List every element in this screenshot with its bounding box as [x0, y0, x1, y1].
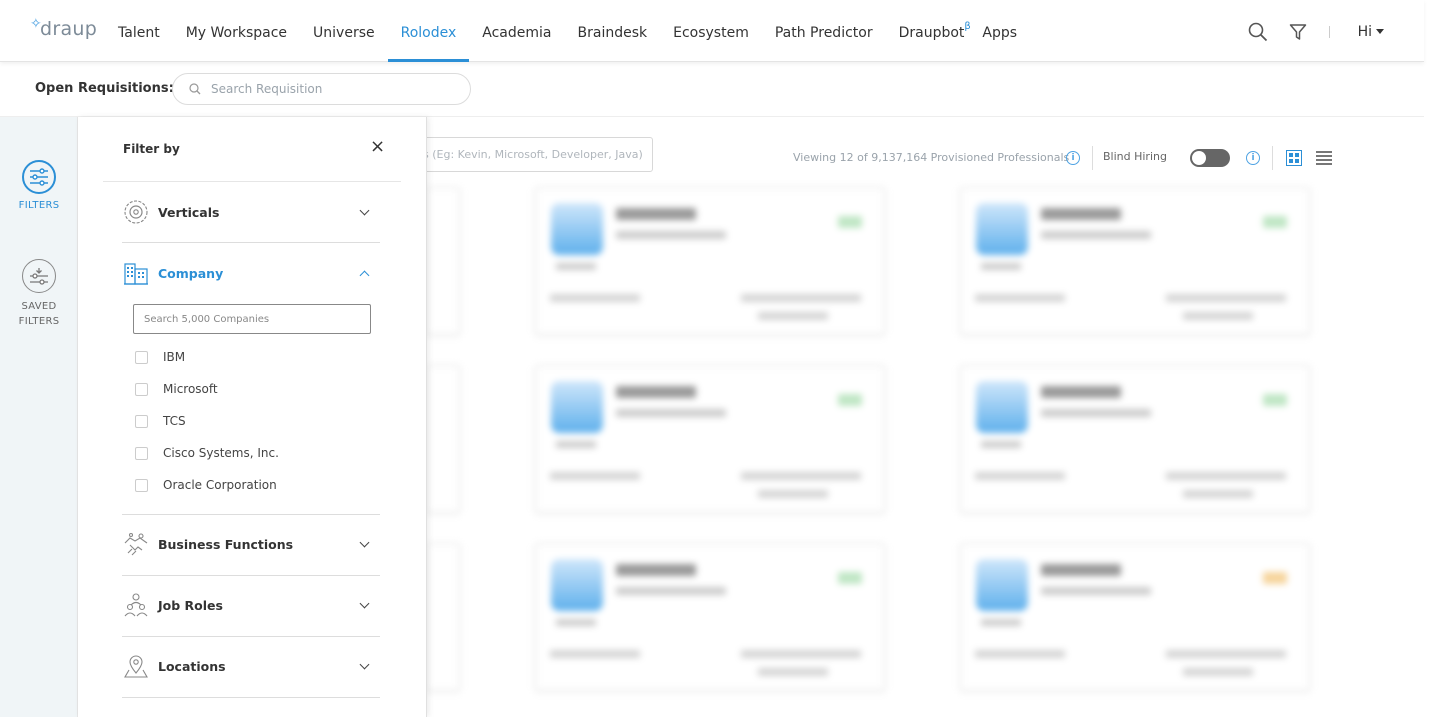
- profile-card[interactable]: [535, 365, 885, 513]
- section-divider: [122, 575, 380, 576]
- chevron-down-icon: [359, 659, 370, 669]
- checkbox[interactable]: [135, 350, 148, 364]
- profile-card[interactable]: [535, 187, 885, 335]
- chevron-up-icon: [359, 270, 370, 280]
- filter-section-locations[interactable]: Locations: [122, 648, 380, 684]
- nav-divider: [1328, 26, 1330, 38]
- requisition-search-input[interactable]: [211, 82, 451, 96]
- search-icon: [189, 83, 201, 95]
- company-search-input[interactable]: [133, 304, 371, 334]
- nav-my-workspace[interactable]: My Workspace: [173, 0, 300, 62]
- info-icon[interactable]: i: [1066, 151, 1080, 165]
- open-requisitions-label: Open Requisitions:: [35, 81, 174, 96]
- rail-filters[interactable]: FILTERS: [0, 160, 78, 211]
- blind-hiring-toggle[interactable]: [1190, 149, 1230, 167]
- checkbox[interactable]: [135, 478, 148, 492]
- beta-superscript: β: [964, 21, 971, 32]
- nav-academia[interactable]: Academia: [469, 0, 564, 62]
- rail-saved-label-1: SAVED: [21, 301, 57, 312]
- caret-down-icon: [1376, 29, 1384, 34]
- nav-talent[interactable]: Talent: [105, 0, 173, 62]
- draup-logo[interactable]: ✧ draup: [30, 16, 97, 40]
- main-nav: Talent My Workspace Universe Rolodex Aca…: [105, 0, 1030, 62]
- company-label: Company: [158, 265, 224, 281]
- chevron-down-icon: [359, 537, 370, 547]
- company-option-oracle[interactable]: Oracle Corporation: [135, 476, 277, 494]
- toolbar-divider: [1092, 146, 1093, 170]
- filter-section-verticals[interactable]: Verticals: [122, 194, 380, 230]
- grid-view-icon[interactable]: [1286, 150, 1302, 166]
- sliders-icon: [22, 160, 56, 194]
- filter-funnel-icon[interactable]: [1287, 21, 1309, 43]
- map-pin-icon: [122, 652, 150, 680]
- nav-braindesk[interactable]: Braindesk: [565, 0, 661, 62]
- checkbox[interactable]: [135, 382, 148, 396]
- nav-draupbot[interactable]: Draupbot β: [886, 0, 983, 62]
- list-view-icon[interactable]: [1316, 151, 1332, 165]
- nav-path-predictor[interactable]: Path Predictor: [762, 0, 886, 62]
- users-icon: [122, 591, 150, 619]
- locations-label: Locations: [158, 658, 226, 674]
- section-divider: [122, 697, 380, 698]
- profile-card[interactable]: [960, 187, 1310, 335]
- user-menu[interactable]: Hi: [1358, 24, 1384, 40]
- filter-panel: Filter by × Verticals Company IBM Micros…: [78, 117, 427, 717]
- profile-card[interactable]: [426, 187, 460, 335]
- requisition-bar: Open Requisitions:: [0, 62, 1424, 117]
- results-area: s (Eg: Kevin, Microsoft, Developer, Java…: [366, 117, 1424, 717]
- handshake-icon: [122, 530, 150, 558]
- verticals-label: Verticals: [158, 204, 220, 220]
- checkbox[interactable]: [135, 446, 148, 460]
- filter-section-business-functions[interactable]: Business Functions: [122, 526, 380, 562]
- profile-card[interactable]: [535, 543, 885, 691]
- close-icon[interactable]: ×: [370, 138, 385, 156]
- section-divider: [122, 514, 380, 515]
- blind-hiring-label: Blind Hiring: [1103, 150, 1167, 163]
- rail-saved-filters[interactable]: SAVED FILTERS: [0, 259, 78, 329]
- profile-card[interactable]: [426, 365, 460, 513]
- profile-card[interactable]: [960, 543, 1310, 691]
- nav-rolodex[interactable]: Rolodex: [387, 0, 470, 62]
- filter-section-job-roles[interactable]: Job Roles: [122, 587, 380, 623]
- section-divider: [122, 242, 380, 243]
- nav-apps[interactable]: Apps: [982, 0, 1030, 62]
- left-rail: FILTERS SAVED FILTERS: [0, 117, 78, 717]
- profile-card[interactable]: [426, 543, 460, 691]
- rail-saved-label-2: FILTERS: [18, 316, 60, 327]
- chevron-down-icon: [359, 598, 370, 608]
- chevron-down-icon: [359, 205, 370, 215]
- toolbar-divider: [1272, 146, 1273, 170]
- section-divider: [122, 636, 380, 637]
- business-functions-label: Business Functions: [158, 536, 294, 552]
- top-navigation: ✧ draup Talent My Workspace Universe Rol…: [0, 0, 1424, 62]
- panel-divider: [103, 181, 401, 182]
- requisition-search[interactable]: [172, 73, 471, 105]
- nav-universe[interactable]: Universe: [300, 0, 388, 62]
- saved-filters-icon: [22, 259, 56, 293]
- company-option-microsoft[interactable]: Microsoft: [135, 380, 218, 398]
- search-icon[interactable]: [1247, 21, 1269, 43]
- info-icon[interactable]: i: [1246, 151, 1260, 165]
- filter-section-company[interactable]: Company: [122, 255, 380, 291]
- viewing-count: Viewing 12 of 9,137,164 Provisioned Prof…: [793, 151, 1070, 164]
- nav-actions: Hi: [1229, 20, 1384, 44]
- leaf-icon: ✧: [30, 16, 43, 32]
- job-roles-label: Job Roles: [158, 597, 223, 613]
- building-icon: [122, 259, 150, 287]
- company-option-ibm[interactable]: IBM: [135, 348, 185, 366]
- gear-icon: [122, 198, 150, 226]
- nav-ecosystem[interactable]: Ecosystem: [660, 0, 762, 62]
- company-option-tcs[interactable]: TCS: [135, 412, 186, 430]
- company-option-cisco[interactable]: Cisco Systems, Inc.: [135, 444, 279, 462]
- filter-panel-title: Filter by: [123, 142, 180, 156]
- checkbox[interactable]: [135, 414, 148, 428]
- profile-card[interactable]: [960, 365, 1310, 513]
- rail-filters-label: FILTERS: [18, 200, 60, 211]
